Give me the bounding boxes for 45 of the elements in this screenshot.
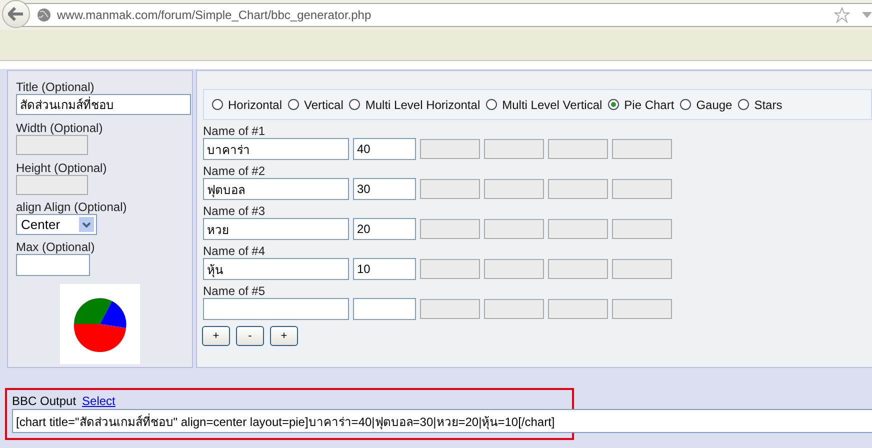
address-bar[interactable]: www.manmak.com/forum/Simple_Chart/bbc_generator.php xyxy=(22,3,872,27)
row-button[interactable]: + xyxy=(270,326,298,346)
field-label: align Align (Optional) xyxy=(16,200,128,214)
field-label: Width (Optional) xyxy=(16,121,104,135)
name-field[interactable]: หวย xyxy=(203,218,349,240)
field-label: Name of #3 xyxy=(203,204,266,218)
pie-chart-drawing xyxy=(72,296,128,352)
output-label: BBC Output xyxy=(12,394,76,408)
name-field[interactable]: ฟุตบอล xyxy=(203,178,349,200)
name-field[interactable] xyxy=(203,298,349,320)
field-label: Title (Optional) xyxy=(16,80,96,94)
chart-type-radio[interactable]: Multi Level Vertical xyxy=(486,98,604,112)
row-button[interactable]: - xyxy=(236,326,264,346)
chart-type-radio[interactable]: Multi Level Horizontal xyxy=(349,98,482,112)
name-field[interactable]: หุ้น xyxy=(203,258,349,280)
back-arrow-icon xyxy=(8,7,24,21)
value-field[interactable] xyxy=(353,298,416,320)
align-dropdown[interactable]: Center xyxy=(16,214,97,235)
chart-type-radio[interactable]: Gauge xyxy=(680,98,734,112)
title-field[interactable]: สัดส่วนเกมส์ที่ชอบ xyxy=(16,94,191,115)
field-label: Height (Optional) xyxy=(16,161,108,175)
chart-type-radio[interactable]: Stars xyxy=(738,98,784,112)
chart-type-radio[interactable]: Horizontal xyxy=(212,98,284,112)
star-icon[interactable] xyxy=(834,7,850,23)
max-field[interactable] xyxy=(16,254,90,276)
field-label: Name of #5 xyxy=(203,284,266,298)
field-label: Name of #1 xyxy=(203,124,266,138)
chart-type-radio[interactable]: Vertical xyxy=(288,98,346,112)
back-button[interactable] xyxy=(2,0,30,28)
value-field[interactable]: 20 xyxy=(353,218,416,240)
value-field[interactable]: 30 xyxy=(353,178,416,200)
field-label: Name of #4 xyxy=(203,244,266,258)
globe-icon xyxy=(37,8,51,22)
output-field[interactable]: [chart title="สัดส่วนเกมส์ที่ชอบ" align=center layout=pie]บาคาร่า=40|ฟุตบอล=30|หวย=20|หุ้น=10[/chart] xyxy=(12,409,872,433)
value-field[interactable]: 40 xyxy=(353,138,416,160)
field-label: Name of #2 xyxy=(203,164,266,178)
select-link[interactable]: Select xyxy=(82,394,116,408)
field-label: Max (Optional) xyxy=(16,240,96,254)
dropdown-arrow-icon[interactable] xyxy=(862,12,872,18)
name-field[interactable]: บาคาร่า xyxy=(203,138,349,160)
url-text: www.manmak.com/forum/Simple_Chart/bbc_generator.php xyxy=(57,8,372,22)
row-button[interactable]: + xyxy=(202,326,230,346)
dropdown-value: Center xyxy=(21,217,60,232)
value-field[interactable]: 10 xyxy=(353,258,416,280)
chart-type-radio[interactable]: Pie Chart xyxy=(608,98,676,112)
